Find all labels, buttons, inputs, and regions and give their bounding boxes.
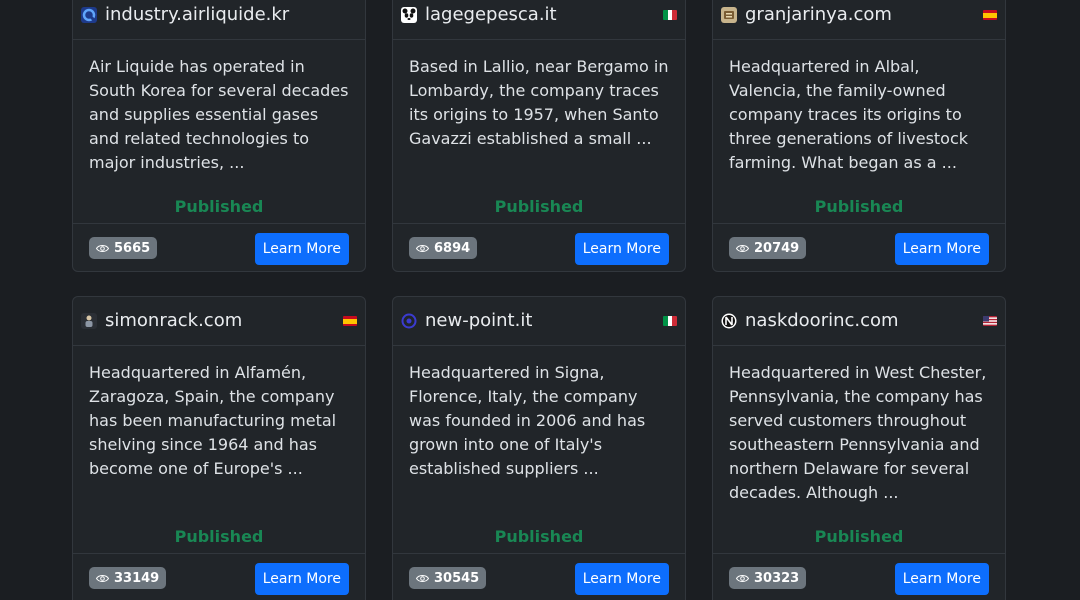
airliquide-logo-icon: [81, 7, 97, 23]
eye-icon: [96, 574, 109, 582]
eye-icon: [416, 244, 429, 252]
site-description: Headquartered in West Chester, Pennsylva…: [729, 363, 987, 502]
spain-flag-icon: [343, 316, 357, 326]
site-domain-link[interactable]: lagegepesca.it: [425, 4, 557, 25]
views-badge: 30545: [409, 567, 487, 589]
learn-more-button[interactable]: Learn More: [574, 233, 669, 265]
card-footer: 6894 Learn More: [393, 223, 685, 271]
site-card: new-point.it Headquartered in Signa, Flo…: [392, 296, 686, 600]
site-card: lagegepesca.it Based in Lallio, near Ber…: [392, 0, 686, 272]
site-description: Air Liquide has operated in South Korea …: [89, 57, 349, 172]
granjarinya-logo-icon: [721, 7, 737, 23]
usa-flag-icon: [983, 316, 997, 326]
views-count: 20749: [754, 240, 800, 256]
status-published: Published: [814, 197, 904, 216]
site-card: granjarinya.com Headquartered in Albal, …: [712, 0, 1006, 272]
status-published: Published: [494, 527, 584, 546]
site-card: industry.airliquide.kr Air Liquide has o…: [72, 0, 366, 272]
site-domain-link[interactable]: naskdoorinc.com: [745, 310, 899, 331]
card-header: granjarinya.com: [713, 0, 1005, 40]
views-badge: 5665: [89, 237, 158, 259]
learn-more-button[interactable]: Learn More: [574, 563, 669, 595]
site-description: Headquartered in Alfamén, Zaragoza, Spai…: [89, 363, 337, 478]
card-header: simonrack.com: [73, 297, 365, 346]
card-header: industry.airliquide.kr: [73, 0, 365, 40]
views-count: 30545: [434, 570, 480, 586]
simonrack-logo-icon: [81, 313, 97, 329]
views-count: 30323: [754, 570, 800, 586]
learn-more-button[interactable]: Learn More: [894, 233, 989, 265]
eye-icon: [736, 574, 749, 582]
card-footer: 33149 Learn More: [73, 553, 365, 600]
views-count: 6894: [434, 240, 471, 256]
card-header: new-point.it: [393, 297, 685, 346]
card-footer: 30323 Learn More: [713, 553, 1005, 600]
italy-flag-icon: [663, 10, 677, 20]
site-domain-link[interactable]: new-point.it: [425, 310, 532, 331]
card-header: naskdoorinc.com: [713, 297, 1005, 346]
site-card: simonrack.com Headquartered in Alfamén, …: [72, 296, 366, 600]
eye-icon: [416, 574, 429, 582]
learn-more-button[interactable]: Learn More: [254, 233, 349, 265]
learn-more-button[interactable]: Learn More: [254, 563, 349, 595]
card-header: lagegepesca.it: [393, 0, 685, 40]
card-footer: 30545 Learn More: [393, 553, 685, 600]
site-domain-link[interactable]: industry.airliquide.kr: [105, 4, 289, 25]
newpoint-logo-icon: [401, 313, 417, 329]
site-domain-link[interactable]: granjarinya.com: [745, 4, 892, 25]
panda-logo-icon: [401, 7, 417, 23]
card-footer: 5665 Learn More: [73, 223, 365, 271]
views-badge: 20749: [729, 237, 807, 259]
views-badge: 6894: [409, 237, 478, 259]
card-footer: 20749 Learn More: [713, 223, 1005, 271]
learn-more-button[interactable]: Learn More: [894, 563, 989, 595]
site-card: naskdoorinc.com Headquartered in West Ch…: [712, 296, 1006, 600]
site-description: Headquartered in Albal, Valencia, the fa…: [729, 57, 969, 172]
views-badge: 33149: [89, 567, 167, 589]
site-domain-link[interactable]: simonrack.com: [105, 310, 242, 331]
spain-flag-icon: [983, 10, 997, 20]
site-description: Based in Lallio, near Bergamo in Lombard…: [409, 57, 669, 148]
status-published: Published: [174, 197, 264, 216]
status-published: Published: [814, 527, 904, 546]
site-card-grid: industry.airliquide.kr Air Liquide has o…: [0, 0, 1080, 600]
views-count: 5665: [114, 240, 151, 256]
views-badge: 30323: [729, 567, 807, 589]
eye-icon: [736, 244, 749, 252]
naskdoor-logo-icon: [721, 313, 737, 329]
italy-flag-icon: [663, 316, 677, 326]
status-published: Published: [174, 527, 264, 546]
site-description: Headquartered in Signa, Florence, Italy,…: [409, 363, 646, 478]
eye-icon: [96, 244, 109, 252]
status-published: Published: [494, 197, 584, 216]
views-count: 33149: [114, 570, 160, 586]
